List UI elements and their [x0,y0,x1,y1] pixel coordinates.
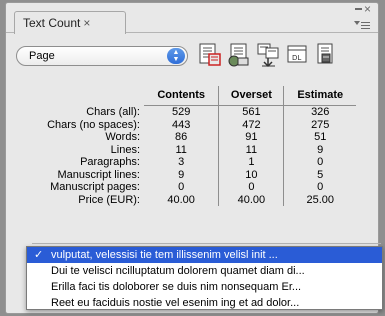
svg-text:DL: DL [292,54,301,62]
table-row: Manuscript lines: 9 10 5 [16,168,356,181]
cell-contents: 9 [144,168,220,181]
cell-contents: 40.00 [144,193,220,206]
row-label: Paragraphs: [80,156,140,168]
tab-text-count[interactable]: Text Count × [14,11,126,34]
panel-controls: × [348,3,372,37]
dropdown-item[interactable]: ✓ vulputat, velessisi tie tem illissenim… [27,247,382,263]
row-label: Lines: [110,143,140,156]
cell-estimate: 51 [314,131,327,143]
table-row: Words: 86 91 51 [16,131,356,144]
panel-menu-icon[interactable] [354,19,372,33]
cell-overset: 40.00 [218,193,285,206]
checkmark-icon: ✓ [34,249,44,261]
cell-estimate: 326 [311,106,330,118]
row-label: Chars (no spaces): [47,118,140,131]
dropdown-item-label: Erilla faci tis doloborer se duis nim no… [51,281,302,293]
cell-contents: 86 [144,131,220,144]
close-icon[interactable]: × [364,3,371,15]
cell-contents: 3 [144,156,220,169]
paragraph-dropdown-menu: ✓ vulputat, velessisi tie tem illissenim… [26,246,383,310]
dropdown-item[interactable]: Dui te velisci ncilluptatum dolorem quam… [27,263,382,279]
cell-contents: 529 [144,105,220,119]
columns-icon[interactable]: DL [284,42,310,68]
toolbar: Page ▲ ▼ DL [6,39,378,75]
col-header-contents: Contents [144,86,220,106]
cell-estimate: 9 [317,143,324,156]
minimize-icon[interactable] [355,8,362,10]
dropdown-item-label: vulputat, velessisi tie tem illissenim v… [51,249,278,261]
cell-estimate: 5 [317,168,324,181]
cell-contents: 0 [144,181,220,194]
cell-estimate: 0 [317,181,324,193]
cell-estimate: 0 [317,156,324,168]
dropdown-item-label: Reet eu faciduis nostie vel esenim ing e… [51,297,300,309]
count-with-page-icon[interactable] [226,42,252,68]
cell-overset: 91 [218,131,285,144]
table-row: Price (EUR): 40.00 40.00 25.00 [16,193,356,206]
row-label: Manuscript pages: [50,181,140,193]
table-row: Lines: 11 11 9 [16,143,356,156]
col-header-overset: Overset [218,86,285,106]
cell-overset: 11 [218,143,285,156]
dropdown-item-label: Dui te velisci ncilluptatum dolorem quam… [51,265,305,277]
tab-strip: Text Count × [6,3,378,34]
cell-overset: 10 [218,168,285,181]
col-header-estimate: Estimate [283,86,356,106]
select-arrows-icon: ▲ ▼ [167,48,185,64]
dropdown-item[interactable]: Erilla faci tis doloborer se duis nim no… [27,279,382,295]
settings-icon[interactable] [312,42,338,68]
tab-label: Text Count [23,16,81,30]
row-label: Words: [105,131,140,143]
scope-select-value: Page [29,50,55,62]
cell-contents: 443 [144,118,220,131]
row-label: Manuscript lines: [57,168,140,181]
row-label: Chars (all): [86,105,140,118]
cell-contents: 11 [144,143,220,156]
dropdown-item[interactable]: Reet eu faciduis nostie vel esenim ing e… [27,295,382,311]
cell-overset: 561 [218,105,285,119]
cell-estimate: 275 [311,118,330,131]
cell-estimate: 25.00 [306,193,334,206]
table-row: Chars (no spaces): 443 472 275 [16,118,356,131]
counts-table: Contents Overset Estimate Chars (all): 52… [16,86,356,206]
cell-overset: 472 [218,118,285,131]
tab-close-icon[interactable]: × [83,16,90,30]
export-count-icon[interactable] [255,42,281,68]
cell-overset: 1 [218,156,285,169]
table-row: Paragraphs: 3 1 0 [16,156,356,169]
count-document-icon[interactable] [197,42,223,68]
table-row: Chars (all): 529 561 326 [16,105,356,119]
table-row: Manuscript pages: 0 0 0 [16,181,356,194]
scope-select[interactable]: Page ▲ ▼ [16,46,188,66]
cell-overset: 0 [218,181,285,194]
row-label: Price (EUR): [78,193,140,206]
